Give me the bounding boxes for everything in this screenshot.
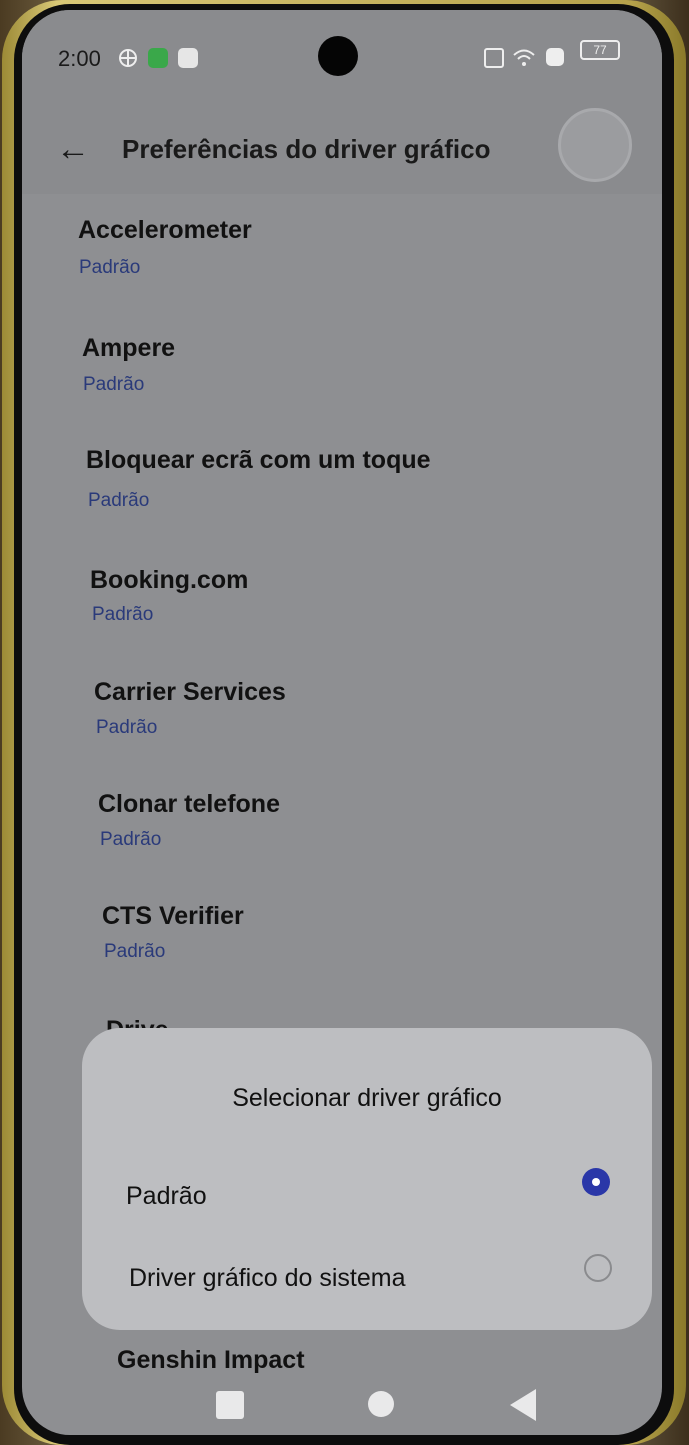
list-item-title: Bloquear ecrã com um toque — [86, 446, 431, 474]
list-item-title: Clonar telefone — [98, 790, 280, 818]
list-item-title: Ampere — [82, 334, 176, 362]
app-bar: ← Preferências do driver gráfico — [22, 100, 662, 194]
select-driver-dialog: Selecionar driver gráfico Padrão Driver … — [82, 1028, 652, 1330]
sim-icon — [148, 48, 168, 68]
back-arrow-icon[interactable]: ← — [56, 132, 90, 166]
list-item-subtitle: Padrão — [96, 717, 158, 738]
back-nav-icon[interactable] — [510, 1389, 536, 1421]
dialog-title: Selecionar driver gráfico — [232, 1084, 502, 1112]
list-item-title: Accelerometer — [78, 216, 252, 244]
battery-icon: 77 — [580, 40, 620, 60]
option-driver-sistema[interactable]: Driver gráfico do sistema — [82, 1242, 652, 1314]
message-icon — [178, 48, 198, 68]
list-item-title: CTS Verifier — [102, 902, 244, 930]
radio-selected-icon[interactable] — [582, 1168, 610, 1196]
option-label: Padrão — [126, 1182, 207, 1210]
status-time: 2:00 — [58, 46, 101, 71]
list-item-subtitle: Padrão — [92, 604, 154, 625]
list-item-subtitle: Padrão — [100, 829, 162, 850]
list-item-subtitle: Padrão — [83, 374, 145, 395]
home-icon[interactable] — [368, 1391, 394, 1417]
list-item-subtitle: Padrão — [79, 257, 141, 278]
option-padrao[interactable]: Padrão — [82, 1158, 652, 1230]
floating-assistive-button[interactable] — [558, 108, 632, 182]
list-item-subtitle: Padrão — [104, 941, 166, 962]
navigation-bar — [22, 1375, 662, 1435]
list-item-title: Booking.com — [90, 566, 249, 594]
recents-icon[interactable] — [216, 1391, 244, 1419]
phone-screen: 2:00 77 ← Preferências do driver gráfico… — [22, 10, 662, 1435]
list-item-title: Genshin Impact — [117, 1346, 305, 1374]
wifi-icon — [512, 48, 535, 68]
no-sim-icon — [546, 48, 564, 66]
list-item-subtitle: Padrão — [88, 490, 150, 511]
vpn-icon — [118, 48, 138, 68]
radio-unselected-icon[interactable] — [584, 1254, 612, 1282]
status-bar: 2:00 77 — [22, 10, 662, 100]
list-item-title: Carrier Services — [94, 678, 286, 706]
option-label: Driver gráfico do sistema — [129, 1264, 406, 1292]
nfc-icon — [484, 48, 504, 68]
front-camera — [318, 36, 358, 76]
page-title: Preferências do driver gráfico — [122, 134, 491, 164]
